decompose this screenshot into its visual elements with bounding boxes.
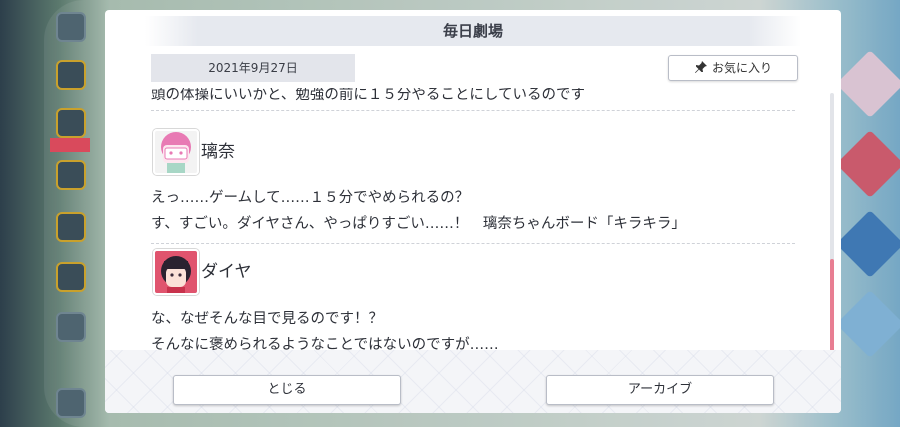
deco-tile bbox=[836, 50, 900, 118]
speaker-name: ダイヤ bbox=[201, 262, 252, 282]
dialogue-line: す、すごい。ダイヤさん、やっぱりすごい……！ 璃奈ちゃんボード「キラキラ」 bbox=[151, 216, 686, 232]
date-label: 2021年9月27日 bbox=[151, 54, 355, 82]
dialogue-block: えっ……ゲームして……１５分でやめられるの？ す、すごい。ダイヤさん、やっぱりす… bbox=[151, 185, 686, 237]
scrollbar[interactable] bbox=[830, 93, 834, 365]
deco-tile bbox=[836, 290, 900, 358]
menu-icon[interactable] bbox=[56, 12, 86, 42]
dialog-title: 毎日劇場 bbox=[442, 22, 503, 40]
rail-badge bbox=[50, 138, 90, 152]
gift-icon[interactable] bbox=[56, 160, 86, 190]
dialogue-line: えっ……ゲームして……１５分でやめられるの？ bbox=[151, 190, 470, 206]
separator bbox=[151, 110, 795, 111]
pin-icon bbox=[694, 61, 707, 73]
chat-icon[interactable] bbox=[56, 60, 86, 90]
close-button[interactable]: とじる bbox=[173, 375, 401, 405]
message-icon[interactable] bbox=[56, 212, 86, 242]
favorite-label: お気に入り bbox=[711, 61, 772, 75]
deco-tile bbox=[836, 130, 900, 198]
favorite-button[interactable]: お気に入り bbox=[668, 55, 798, 81]
daily-theater-dialog: 毎日劇場 2021年9月27日 お気に入り 頭の体操にいいかと、勉強の前に１５分… bbox=[105, 10, 841, 413]
trophy-icon[interactable] bbox=[56, 262, 86, 292]
deco-tile bbox=[836, 210, 900, 278]
dia-avatar bbox=[153, 249, 199, 295]
fullscreen-icon[interactable] bbox=[56, 312, 86, 342]
story-line: 頭の体操にいいかと、勉強の前に１５分やることにしているのです bbox=[151, 88, 585, 103]
rina-avatar bbox=[153, 129, 199, 175]
archive-button[interactable]: アーカイブ bbox=[546, 375, 774, 405]
story-content[interactable]: 頭の体操にいいかと、勉強の前に１５分やることにしているのです 璃奈 えっ……ゲー… bbox=[151, 88, 795, 360]
left-menu-rail bbox=[50, 0, 90, 427]
speaker-name: 璃奈 bbox=[201, 142, 235, 162]
present-icon[interactable] bbox=[56, 108, 86, 138]
profile-icon[interactable] bbox=[56, 388, 86, 418]
right-decoration bbox=[836, 0, 900, 427]
dialogue-line: な、なぜそんな目で見るのです！？ bbox=[151, 311, 383, 327]
separator bbox=[151, 243, 795, 244]
